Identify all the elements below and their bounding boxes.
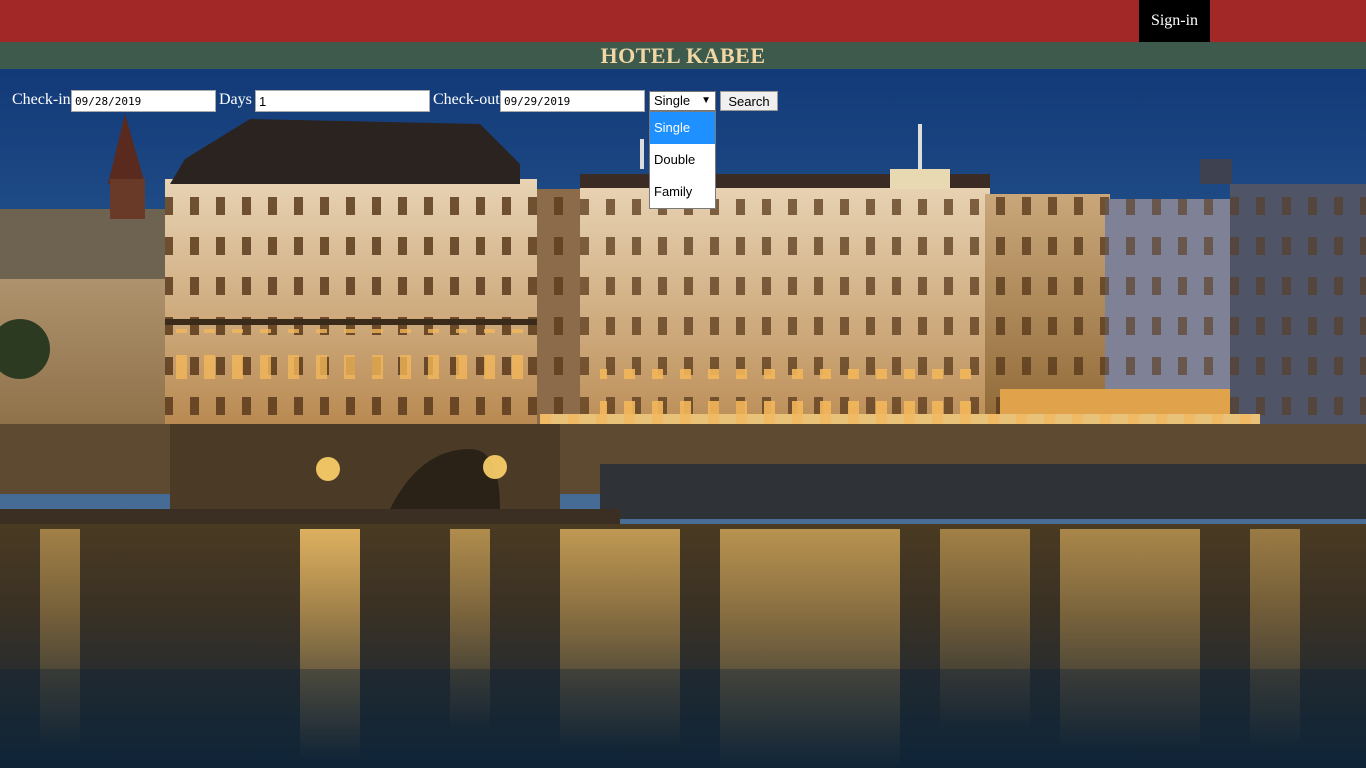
room-type-option-family[interactable]: Family	[650, 176, 715, 208]
chevron-down-icon: ▼	[701, 95, 711, 106]
top-navigation-bar: Sign-in	[0, 0, 1366, 42]
room-type-select[interactable]: Single ▼	[649, 91, 716, 111]
checkout-date-input[interactable]	[500, 90, 645, 112]
days-input[interactable]	[255, 90, 430, 112]
checkin-label: Check-in	[12, 91, 71, 108]
checkin-date-input[interactable]	[71, 90, 216, 112]
search-button[interactable]: Search	[720, 91, 778, 111]
days-label: Days	[219, 91, 252, 108]
hotel-title: HOTEL KABEE	[600, 43, 766, 68]
room-type-option-double[interactable]: Double	[650, 144, 715, 176]
room-type-dropdown-list: Single Double Family	[649, 111, 716, 209]
signin-button[interactable]: Sign-in	[1139, 0, 1210, 42]
title-bar: HOTEL KABEE	[0, 42, 1366, 69]
checkout-label: Check-out	[433, 91, 500, 108]
room-type-option-single[interactable]: Single	[650, 112, 715, 144]
room-type-selected-value: Single	[654, 93, 691, 108]
